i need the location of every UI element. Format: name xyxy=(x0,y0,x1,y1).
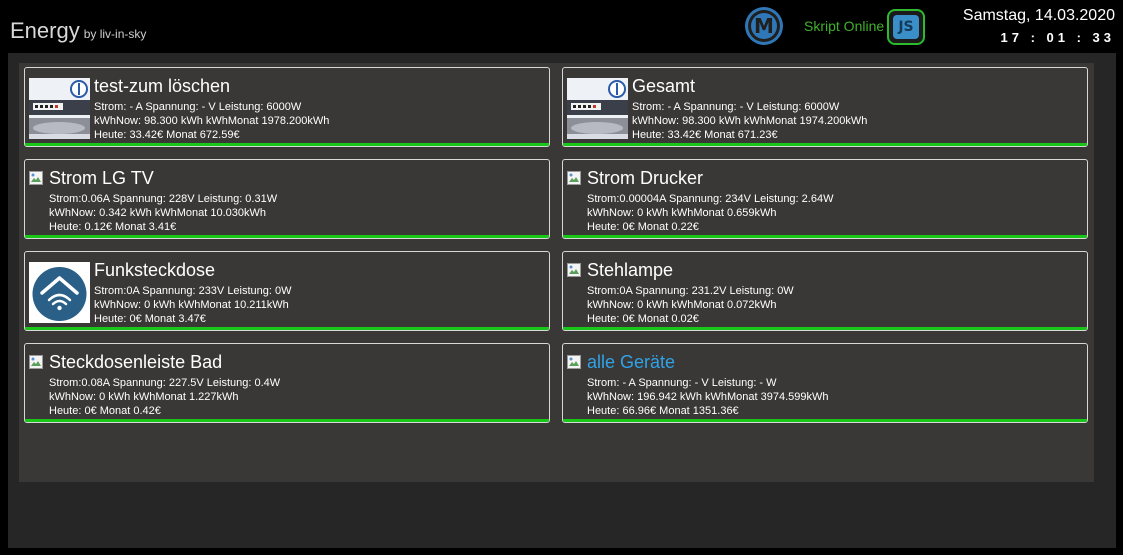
device-power-line: Strom:0A Spannung: 231.2V Leistung: 0W xyxy=(587,285,794,297)
device-card[interactable]: Funksteckdose Strom:0A Spannung: 233V Le… xyxy=(24,251,550,331)
device-power-line: Strom:0A Spannung: 233V Leistung: 0W xyxy=(94,285,292,297)
status-bar xyxy=(563,327,1087,330)
status-bar xyxy=(563,143,1087,146)
device-card[interactable]: Strom LG TV Strom:0.06A Spannung: 228V L… xyxy=(24,159,550,239)
device-name: Strom Drucker xyxy=(587,168,704,188)
top-bar: Energy by liv-in-sky M Skript Online JS S… xyxy=(0,0,1123,52)
device-power-line: Strom:0.08A Spannung: 227.5V Leistung: 0… xyxy=(49,377,281,389)
m-logo-letter: M xyxy=(751,13,777,39)
smart-home-wifi-icon xyxy=(29,262,90,323)
device-card[interactable]: Stehlampe Strom:0A Spannung: 231.2V Leis… xyxy=(562,251,1088,331)
app-subtitle: by liv-in-sky xyxy=(83,27,147,41)
status-bar xyxy=(25,235,549,238)
device-energy-line: kWhNow: 0 kWh kWhMonat 10.211kWh xyxy=(94,299,289,311)
device-energy-line: kWhNow: 98.300 kWh kWhMonat 1974.200kWh xyxy=(632,115,868,127)
app-title-text: Energy xyxy=(10,18,80,43)
device-card[interactable]: Steckdosenleiste Bad Strom:0.08A Spannun… xyxy=(24,343,550,423)
device-power-line: Strom:0.00004A Spannung: 234V Leistung: … xyxy=(587,193,834,205)
device-name: Steckdosenleiste Bad xyxy=(49,352,223,372)
script-status: Skript Online xyxy=(804,18,885,34)
device-energy-line: kWhNow: 0 kWh kWhMonat 0.659kWh xyxy=(587,207,777,219)
device-energy-line: kWhNow: 98.300 kWh kWhMonat 1978.200kWh xyxy=(94,115,330,127)
device-cost-line: Heute: 0€ Monat 0.22€ xyxy=(587,221,699,233)
js-badge-letters: JS xyxy=(893,15,919,39)
device-cost-line: Heute: 0€ Monat 0.42€ xyxy=(49,405,161,417)
device-name: Gesamt xyxy=(632,76,696,96)
status-bar xyxy=(25,143,549,146)
device-cost-line: Heute: 33.42€ Monat 671.23€ xyxy=(632,129,778,141)
electric-meter-image xyxy=(29,78,90,139)
broken-image-icon xyxy=(29,171,43,185)
device-cost-line: Heute: 0€ Monat 0.02€ xyxy=(587,313,699,325)
broken-image-icon xyxy=(567,263,581,277)
status-bar xyxy=(25,327,549,330)
device-name: test-zum löschen xyxy=(94,76,231,96)
device-cost-line: Heute: 0.12€ Monat 3.41€ xyxy=(49,221,177,233)
broken-image-icon xyxy=(567,171,581,185)
app-title: Energy by liv-in-sky xyxy=(10,18,146,44)
current-time: 17 : 01 : 33 xyxy=(1000,30,1115,45)
electric-meter-image xyxy=(567,78,628,139)
device-card[interactable]: Strom Drucker Strom:0.00004A Spannung: 2… xyxy=(562,159,1088,239)
device-name: Strom LG TV xyxy=(49,168,154,188)
js-badge-icon[interactable]: JS xyxy=(887,9,925,45)
device-card[interactable]: test-zum löschen Strom: - A Spannung: - … xyxy=(24,67,550,147)
broken-image-icon xyxy=(29,355,43,369)
device-name: Funksteckdose xyxy=(94,260,216,280)
device-power-line: Strom:0.06A Spannung: 228V Leistung: 0.3… xyxy=(49,193,278,205)
device-card[interactable]: alle Geräte Strom: - A Spannung: - V Lei… xyxy=(562,343,1088,423)
device-name: Stehlampe xyxy=(587,260,674,280)
device-cost-line: Heute: 33.42€ Monat 672.59€ xyxy=(94,129,240,141)
device-power-line: Strom: - A Spannung: - V Leistung: 6000W xyxy=(94,101,302,113)
device-cost-line: Heute: 66.96€ Monat 1351.36€ xyxy=(587,405,739,417)
status-bar xyxy=(563,419,1087,422)
current-date: Samstag, 14.03.2020 xyxy=(962,7,1115,24)
status-bar xyxy=(563,235,1087,238)
m-logo-icon[interactable]: M xyxy=(745,7,783,45)
device-card[interactable]: Gesamt Strom: - A Spannung: - V Leistung… xyxy=(562,67,1088,147)
device-energy-line: kWhNow: 0.342 kWh kWhMonat 10.030kWh xyxy=(49,207,267,219)
device-power-line: Strom: - A Spannung: - V Leistung: - W xyxy=(587,377,777,389)
device-energy-line: kWhNow: 0 kWh kWhMonat 0.072kWh xyxy=(587,299,777,311)
device-cost-line: Heute: 0€ Monat 3.47€ xyxy=(94,313,206,325)
device-name-link[interactable]: alle Geräte xyxy=(587,352,675,373)
device-energy-line: kWhNow: 0 kWh kWhMonat 1.227kWh xyxy=(49,391,239,403)
device-energy-line: kWhNow: 196.942 kWh kWhMonat 3974.599kWh xyxy=(587,391,829,403)
device-power-line: Strom: - A Spannung: - V Leistung: 6000W xyxy=(632,101,840,113)
broken-image-icon xyxy=(567,355,581,369)
status-bar xyxy=(25,419,549,422)
